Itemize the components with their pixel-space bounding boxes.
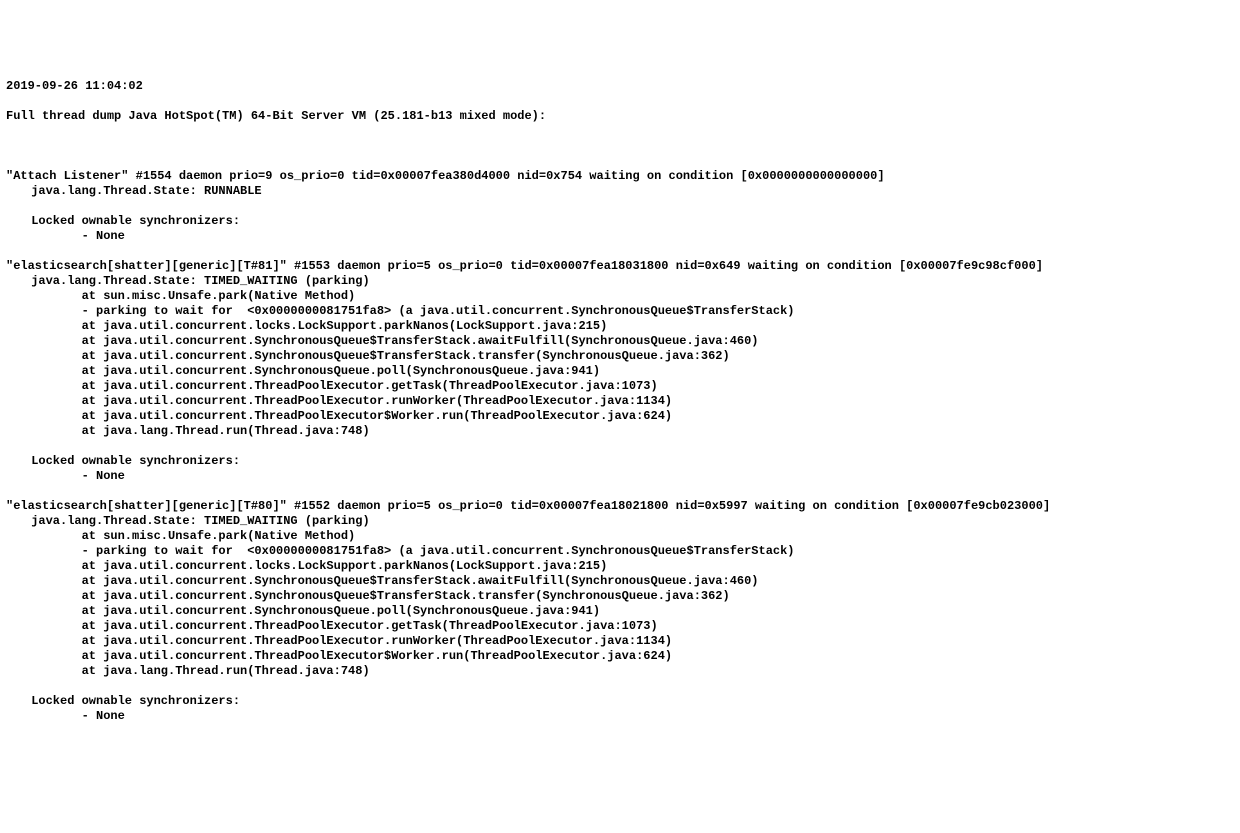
synchronizers-header: Locked ownable synchronizers: [6,454,1234,469]
stack-frame: at java.util.concurrent.ThreadPoolExecut… [6,394,1234,409]
stack-frame: at java.util.concurrent.ThreadPoolExecut… [6,409,1234,424]
thread-header: "Attach Listener" #1554 daemon prio=9 os… [6,169,1234,184]
blank-line [6,139,1234,154]
stack-frame: at java.util.concurrent.SynchronousQueue… [6,574,1234,589]
blank-line [6,484,1234,499]
blank-line [6,199,1234,214]
blank-line [6,724,1234,739]
thread-block: "elasticsearch[shatter][generic][T#80]" … [6,499,1234,739]
synchronizers-header: Locked ownable synchronizers: [6,694,1234,709]
stack-frame: at java.lang.Thread.run(Thread.java:748) [6,424,1234,439]
synchronizer-item: - None [6,229,1234,244]
stack-frame: at java.lang.Thread.run(Thread.java:748) [6,664,1234,679]
stack-frame: at java.util.concurrent.SynchronousQueue… [6,589,1234,604]
blank-line [6,244,1234,259]
blank-line [6,679,1234,694]
dump-header: Full thread dump Java HotSpot(TM) 64-Bit… [6,109,1234,124]
timestamp: 2019-09-26 11:04:02 [6,79,1234,94]
thread-header: "elasticsearch[shatter][generic][T#81]" … [6,259,1234,274]
stack-frame: at java.util.concurrent.ThreadPoolExecut… [6,649,1234,664]
synchronizer-item: - None [6,469,1234,484]
stack-frame: at java.util.concurrent.ThreadPoolExecut… [6,619,1234,634]
stack-frame: at java.util.concurrent.SynchronousQueue… [6,364,1234,379]
thread-state: java.lang.Thread.State: TIMED_WAITING (p… [6,274,1234,289]
stack-frame: at sun.misc.Unsafe.park(Native Method) [6,289,1234,304]
threads-section: "Attach Listener" #1554 daemon prio=9 os… [6,169,1234,739]
stack-frame: at java.util.concurrent.SynchronousQueue… [6,334,1234,349]
stack-frame: at java.util.concurrent.ThreadPoolExecut… [6,634,1234,649]
stack-frame: at java.util.concurrent.locks.LockSuppor… [6,559,1234,574]
thread-state: java.lang.Thread.State: TIMED_WAITING (p… [6,514,1234,529]
stack-frame: at sun.misc.Unsafe.park(Native Method) [6,529,1234,544]
thread-state: java.lang.Thread.State: RUNNABLE [6,184,1234,199]
synchronizers-header: Locked ownable synchronizers: [6,214,1234,229]
thread-header: "elasticsearch[shatter][generic][T#80]" … [6,499,1234,514]
stack-frame: at java.util.concurrent.locks.LockSuppor… [6,319,1234,334]
stack-frame: at java.util.concurrent.SynchronousQueue… [6,349,1234,364]
synchronizer-item: - None [6,709,1234,724]
stack-frame: - parking to wait for <0x0000000081751fa… [6,544,1234,559]
stack-frame: at java.util.concurrent.SynchronousQueue… [6,604,1234,619]
thread-block: "Attach Listener" #1554 daemon prio=9 os… [6,169,1234,259]
blank-line [6,439,1234,454]
thread-dump-container: 2019-09-26 11:04:02 Full thread dump Jav… [6,64,1234,754]
stack-frame: at java.util.concurrent.ThreadPoolExecut… [6,379,1234,394]
stack-frame: - parking to wait for <0x0000000081751fa… [6,304,1234,319]
thread-block: "elasticsearch[shatter][generic][T#81]" … [6,259,1234,499]
